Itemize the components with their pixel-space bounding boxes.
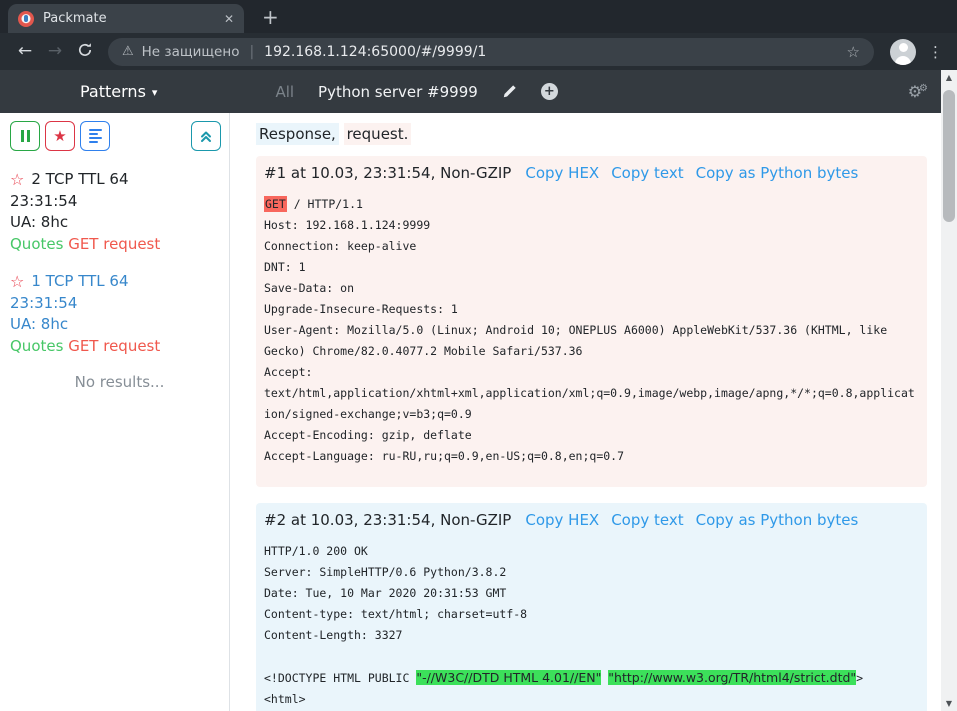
packet-card-header: #2 at 10.03, 23:31:54, Non-GZIP Copy HEX C… [264, 511, 919, 529]
bookmark-star-icon[interactable]: ☆ [847, 43, 860, 61]
highlight-mark-green: "-//W3C//DTD HTML 4.01//EN" [416, 670, 601, 685]
scrollbar-thumb[interactable] [943, 90, 955, 222]
packet-line: <!DOCTYPE HTML PUBLIC "-//W3C//DTD HTML … [264, 667, 919, 689]
browser-tab-strip: Packmate ✕ + [0, 0, 957, 33]
packet-line: Accept-Language: ru-RU,ru;q=0.9,en-US;q=… [264, 446, 919, 467]
packet-line: Upgrade-Insecure-Requests: 1 [264, 299, 919, 320]
highlight-mark-green: "http://www.w3.org/TR/html4/strict.dtd" [608, 670, 856, 685]
app-header: Patterns ▾ All Python server #9999 + ⚙⚙ [0, 70, 957, 113]
main-page: ★ ☆2 TCP TTL 6423:31:54UA: 8hcQuotes GET… [0, 113, 957, 711]
capture-item[interactable]: ☆ 2 TCP TTL 6423:31:54UA: 8hcQuotes GET r… [10, 169, 221, 255]
legend-separator [339, 125, 344, 143]
capture-title: 1 TCP TTL 64 [31, 271, 128, 293]
copy-as-python-bytes-link[interactable]: Copy as Python bytes [696, 511, 859, 529]
packet-line: Connection: keep-alive [264, 236, 919, 257]
scroll-down-icon[interactable]: ▼ [941, 696, 957, 710]
match-legend: Response, request. [256, 125, 927, 143]
capture-item-header: ☆ 2 TCP TTL 64 [10, 169, 221, 191]
tag-quotes: Quotes [10, 337, 63, 355]
url-separator: | [249, 44, 254, 60]
legend-response: Response, [256, 123, 339, 145]
favorite-star-icon[interactable]: ☆ [10, 274, 24, 290]
url-text[interactable]: 192.168.1.124:65000/#/9999/1 [264, 44, 838, 60]
url-field[interactable]: ⚠ Не защищено | 192.168.1.124:65000/#/99… [108, 38, 874, 66]
packet-line: Server: SimpleHTTP/0.6 Python/3.8.2 [264, 562, 919, 583]
legend-request: request. [344, 123, 412, 145]
copy-text-link[interactable]: Copy text [611, 511, 683, 529]
capture-time: 23:31:54 [10, 293, 221, 315]
new-tab-button[interactable]: + [262, 7, 279, 27]
chevron-down-icon: ▾ [152, 86, 158, 99]
tag-get-request: GET request [68, 235, 160, 253]
patterns-dropdown[interactable]: Patterns ▾ [80, 82, 157, 101]
packet-card-request: #1 at 10.03, 23:31:54, Non-GZIP Copy HEX C… [256, 156, 927, 487]
sidebar-toolbar: ★ [10, 121, 229, 151]
browser-menu-icon[interactable]: ⋮ [928, 43, 943, 61]
settings-gears-icon[interactable]: ⚙⚙ [908, 82, 931, 101]
capture-item[interactable]: ☆ 1 TCP TTL 6423:31:54UA: 8hcQuotes GET r… [10, 271, 221, 357]
packet-line: Date: Tue, 10 Mar 2020 20:31:53 GMT [264, 583, 919, 604]
not-secure-warning-icon[interactable]: ⚠ [122, 44, 134, 59]
packet-line: HTTP/1.0 200 OK [264, 541, 919, 562]
scroll-up-icon[interactable]: ▲ [941, 70, 957, 84]
packet-card-header: #1 at 10.03, 23:31:54, Non-GZIP Copy HEX C… [264, 164, 919, 182]
capture-list: ☆2 TCP TTL 6423:31:54UA: 8hcQuotes GET r… [10, 169, 229, 357]
tag-get-request: GET request [68, 337, 160, 355]
copy-text-link[interactable]: Copy text [611, 164, 683, 182]
add-service-icon[interactable]: + [541, 83, 558, 100]
list-view-button[interactable] [80, 121, 110, 151]
pause-capture-button[interactable] [10, 121, 40, 151]
profile-avatar[interactable] [890, 39, 916, 65]
packet-line [264, 646, 919, 667]
packet-content: Response, request. #1 at 10.03, 23:31:54… [230, 113, 941, 711]
capture-time: 23:31:54 [10, 191, 221, 213]
packet-line: User-Agent: Mozilla/5.0 (Linux; Android … [264, 320, 919, 362]
favorite-star-icon[interactable]: ☆ [10, 172, 24, 188]
capture-user-agent: UA: 8hc [10, 314, 221, 336]
packet-meta: #2 at 10.03, 23:31:54, Non-GZIP [264, 511, 511, 529]
tab-current-service[interactable]: Python server #9999 [318, 83, 478, 101]
browser-tab[interactable]: Packmate ✕ [8, 4, 244, 33]
edit-service-pencil-icon[interactable] [502, 84, 517, 99]
favorites-filter-button[interactable]: ★ [45, 121, 75, 151]
capture-tags: Quotes GET request [10, 336, 221, 358]
packet-stream: #1 at 10.03, 23:31:54, Non-GZIP Copy HEX C… [256, 156, 927, 711]
copy-hex-link[interactable]: Copy HEX [525, 164, 599, 182]
tab-title: Packmate [43, 11, 215, 26]
forward-icon[interactable]: → [40, 43, 70, 60]
capture-item-header: ☆ 1 TCP TTL 64 [10, 271, 221, 293]
capture-title: 2 TCP TTL 64 [31, 169, 128, 191]
packet-line: <html> [264, 689, 919, 710]
packet-line: DNT: 1 [264, 257, 919, 278]
packet-meta: #1 at 10.03, 23:31:54, Non-GZIP [264, 164, 511, 182]
packet-line: Accept-Encoding: gzip, deflate [264, 425, 919, 446]
copy-hex-link[interactable]: Copy HEX [525, 511, 599, 529]
reload-icon[interactable] [70, 42, 100, 62]
packet-line: Accept: text/html,application/xhtml+xml,… [264, 362, 919, 425]
packet-body: GET / HTTP/1.1Host: 192.168.1.124:9999Co… [264, 194, 919, 467]
capture-user-agent: UA: 8hc [10, 212, 221, 234]
packet-card-response: #2 at 10.03, 23:31:54, Non-GZIP Copy HEX C… [256, 503, 927, 711]
tab-close-icon[interactable]: ✕ [224, 12, 234, 26]
packet-line: Content-Length: 3327 [264, 625, 919, 646]
vertical-scrollbar[interactable]: ▲ ▼ [941, 70, 957, 711]
tab-all[interactable]: All [275, 83, 294, 101]
packet-line: Content-type: text/html; charset=utf-8 [264, 604, 919, 625]
back-icon[interactable]: ← [10, 43, 40, 60]
sidebar: ★ ☆2 TCP TTL 6423:31:54UA: 8hcQuotes GET… [0, 113, 230, 711]
copy-as-python-bytes-link[interactable]: Copy as Python bytes [696, 164, 859, 182]
patterns-label: Patterns [80, 82, 146, 101]
packet-line: Host: 192.168.1.124:9999 [264, 215, 919, 236]
highlight-mark-red: GET [264, 196, 287, 212]
tag-quotes: Quotes [10, 235, 63, 253]
packet-body: HTTP/1.0 200 OKServer: SimpleHTTP/0.6 Py… [264, 541, 919, 710]
not-secure-label[interactable]: Не защищено [142, 44, 240, 60]
packet-line: Save-Data: on [264, 278, 919, 299]
capture-tags: Quotes GET request [10, 234, 221, 256]
browser-address-bar: ← → ⚠ Не защищено | 192.168.1.124:65000/… [0, 33, 957, 70]
packmate-favicon-icon [18, 11, 34, 27]
collapse-sidebar-button[interactable] [191, 121, 221, 151]
no-results-text: No results... [10, 373, 229, 391]
packet-line: GET / HTTP/1.1 [264, 194, 919, 215]
